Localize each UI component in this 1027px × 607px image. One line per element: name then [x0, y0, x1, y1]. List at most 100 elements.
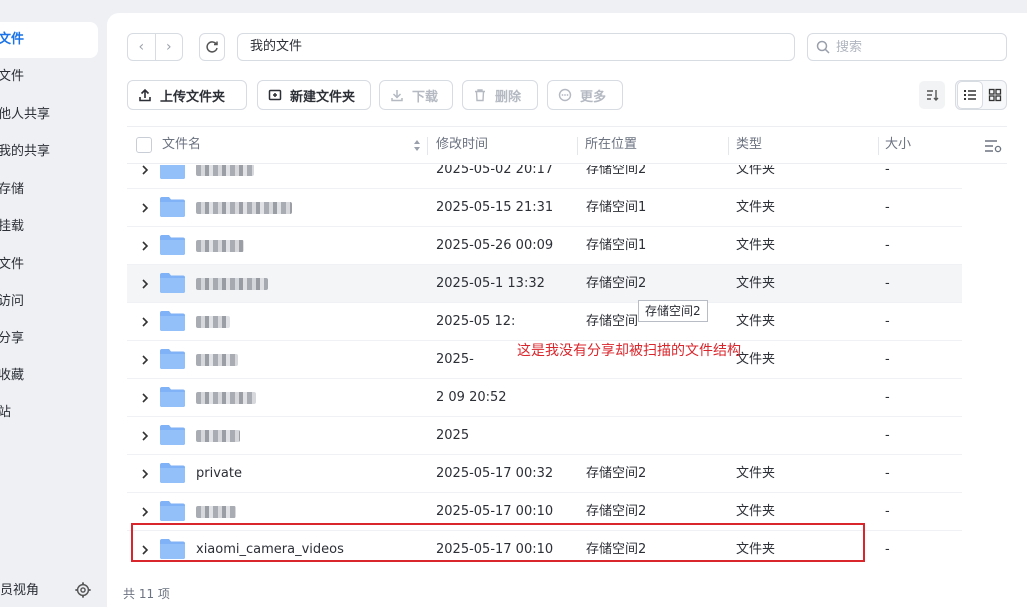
file-name[interactable] — [196, 165, 254, 189]
folder-icon — [160, 235, 185, 255]
chevron-right-icon[interactable] — [139, 201, 151, 215]
sidebar-item[interactable]: 他人共享 — [0, 97, 98, 133]
list-view-button[interactable] — [957, 81, 983, 109]
table-header: 文件名 修改时间 所在位置 类型 大小 — [127, 126, 1007, 164]
refresh-button[interactable] — [199, 33, 225, 61]
chevron-right-icon[interactable] — [139, 505, 151, 519]
table-row[interactable]: 2025-05-1 13:32 存储空间2 文件夹 - — [127, 265, 962, 303]
sidebar-item[interactable]: 收藏 — [0, 358, 98, 394]
modified-time: 2025 — [436, 428, 470, 443]
sort-arrows-icon[interactable] — [413, 139, 421, 152]
file-name[interactable] — [196, 379, 256, 417]
sidebar-item[interactable]: 文件 — [0, 22, 98, 58]
chevron-right-icon[interactable] — [139, 165, 151, 177]
search-icon — [816, 40, 830, 54]
forward-button[interactable]: › — [156, 34, 183, 60]
file-size: - — [885, 200, 890, 215]
header-location[interactable]: 所在位置 — [585, 127, 637, 163]
table-row[interactable]: 2 09 20:52 - — [127, 379, 962, 417]
obscured-name — [196, 353, 238, 366]
location-tooltip: 存储空间2 — [638, 300, 708, 322]
gear-icon[interactable] — [74, 581, 92, 599]
chevron-right-icon[interactable] — [139, 353, 151, 367]
download-button[interactable]: 下载 — [379, 80, 453, 110]
file-type: 文件夹 — [736, 276, 776, 291]
table-row[interactable]: 2025-05-26 00:09 存储空间1 文件夹 - — [127, 227, 962, 265]
sidebar-item[interactable]: 文件 — [0, 247, 98, 283]
file-size: - — [885, 314, 890, 329]
folder-icon — [160, 349, 185, 369]
folder-icon — [160, 273, 185, 293]
chevron-right-icon[interactable] — [139, 239, 151, 253]
table-row[interactable]: 2025-05-15 21:31 存储空间1 文件夹 - — [127, 189, 962, 227]
sort-button[interactable] — [919, 81, 945, 109]
more-label: 更多 — [580, 89, 607, 105]
header-name[interactable]: 文件名 — [162, 127, 201, 163]
file-name[interactable] — [196, 303, 230, 341]
history-nav: ‹ › — [127, 33, 183, 61]
file-name[interactable] — [196, 265, 268, 303]
folder-icon — [160, 311, 185, 331]
file-size: - — [885, 352, 890, 367]
path-bar[interactable]: 我的文件 — [237, 33, 795, 61]
sidebar-item[interactable]: 我的共享 — [0, 134, 98, 170]
file-size: - — [885, 504, 890, 519]
obscured-name — [196, 201, 292, 214]
modified-time: 2025-05-15 21:31 — [436, 200, 554, 215]
file-name[interactable] — [196, 227, 244, 265]
grid-view-button[interactable] — [982, 81, 1008, 109]
table-row[interactable]: 2025 - — [127, 417, 962, 455]
file-name[interactable]: private — [196, 455, 242, 493]
upload-folder-button[interactable]: 上传文件夹 — [127, 80, 247, 110]
sidebar-item[interactable]: 站 — [0, 395, 98, 431]
folder-icon — [160, 387, 185, 407]
folder-icon — [160, 197, 185, 217]
file-size: - — [885, 542, 890, 557]
chevron-right-icon[interactable] — [139, 315, 151, 329]
table-row[interactable]: 2025-05-02 20:17 存储空间2 文件夹 - — [127, 165, 962, 189]
modified-time: 2025-05-26 00:09 — [436, 238, 554, 253]
back-button[interactable]: ‹ — [128, 34, 156, 60]
header-type[interactable]: 类型 — [736, 127, 762, 163]
sidebar-item[interactable]: 文件 — [0, 59, 98, 95]
modified-time: 2025-05 12: — [436, 314, 516, 329]
search-box[interactable] — [807, 33, 1007, 61]
file-type: 文件夹 — [736, 314, 776, 329]
sidebar-item[interactable]: 分享 — [0, 321, 98, 357]
chevron-right-icon[interactable] — [139, 429, 151, 443]
obscured-name — [196, 505, 236, 518]
new-folder-label: 新建文件夹 — [290, 89, 356, 105]
sidebar-item[interactable]: 存储 — [0, 172, 98, 208]
column-settings-icon[interactable] — [984, 138, 1002, 154]
chevron-right-icon[interactable] — [139, 391, 151, 405]
table-row[interactable]: 2025-05 12: 存储空间 文件夹 - — [127, 303, 962, 341]
header-modified[interactable]: 修改时间 — [436, 127, 488, 163]
sidebar-item[interactable]: 挂载 — [0, 209, 98, 245]
file-name[interactable] — [196, 341, 238, 379]
new-folder-button[interactable]: 新建文件夹 — [257, 80, 371, 110]
file-size: - — [885, 165, 890, 177]
sidebar-item[interactable]: 访问 — [0, 284, 98, 320]
more-button[interactable]: 更多 — [547, 80, 623, 110]
location: 存储空间2 — [586, 276, 647, 291]
main-panel: ‹ › 我的文件 上传文件夹 新建文件夹 下载 — [107, 13, 1027, 607]
new-folder-icon — [268, 89, 282, 101]
sort-icon — [927, 90, 939, 101]
delete-label: 删除 — [495, 89, 522, 105]
obscured-name — [196, 315, 230, 328]
table-row[interactable]: private 2025-05-17 00:32 存储空间2 文件夹 - — [127, 455, 962, 493]
delete-button[interactable]: 删除 — [462, 80, 538, 110]
modified-time: 2025-05-02 20:17 — [436, 165, 554, 177]
file-name[interactable] — [196, 417, 240, 455]
file-name[interactable] — [196, 189, 292, 227]
more-icon — [558, 88, 572, 102]
select-all-checkbox[interactable] — [136, 137, 152, 153]
location: 存储空间1 — [586, 238, 647, 253]
folder-icon — [160, 425, 185, 445]
chevron-right-icon[interactable] — [139, 277, 151, 291]
header-size[interactable]: 大小 — [885, 127, 911, 163]
search-input[interactable] — [836, 39, 996, 55]
chevron-right-icon[interactable] — [139, 467, 151, 481]
refresh-icon — [206, 41, 218, 53]
obscured-name — [196, 239, 244, 252]
